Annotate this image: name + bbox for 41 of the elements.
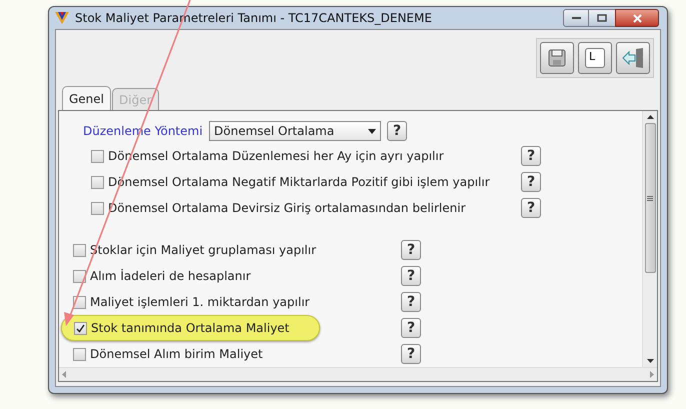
exit-door-icon [621,47,645,69]
checkbox[interactable] [73,244,86,256]
option-label: Maliyet işlemleri 1. miktardan yapılır [90,294,310,311]
scroll-right-icon [649,371,655,378]
help-button[interactable]: ? [401,344,421,364]
app-logo-icon [55,11,69,25]
close-button[interactable] [615,9,659,27]
l-button[interactable]: L [578,42,612,74]
minimize-button[interactable] [563,9,589,27]
checkbox[interactable] [91,202,104,214]
checkbox[interactable] [91,176,104,188]
checkbox[interactable] [91,150,104,162]
vertical-scrollbar[interactable] [642,111,657,367]
check-icon [76,324,85,332]
help-button[interactable]: ? [521,146,541,166]
help-button[interactable]: ? [387,121,407,141]
exit-button[interactable] [616,42,650,74]
checkbox[interactable] [73,348,86,360]
window-title: Stok Maliyet Parametreleri Tanımı - TC17CANTEKS_DENEME [75,10,433,27]
help-button[interactable]: ? [401,292,421,312]
horizontal-scrollbar[interactable] [59,367,657,381]
dropdown-arrow-icon [368,128,376,134]
maximize-icon [597,14,607,22]
help-button[interactable]: ? [521,172,541,192]
help-button[interactable]: ? [401,266,421,286]
help-button[interactable]: ? [521,198,541,218]
close-icon [632,14,642,22]
maximize-button[interactable] [589,9,615,27]
help-button[interactable]: ? [401,318,421,338]
method-dropdown[interactable]: Dönemsel Ortalama [209,121,381,141]
checkbox[interactable] [73,270,86,282]
option-label: Stok tanımında Ortalama Maliyet [91,320,290,337]
scroll-left-icon [61,371,67,378]
option-label: Alım İadeleri de hesaplanır [90,268,251,285]
minimize-icon [572,16,580,20]
save-button[interactable] [540,42,574,74]
grip-icon [647,196,653,200]
tab[interactable]: Genel [62,86,112,110]
option-label: Dönemsel Alım birim Maliyet [90,346,263,363]
help-button[interactable]: ? [401,240,421,260]
checkbox[interactable] [74,322,87,334]
